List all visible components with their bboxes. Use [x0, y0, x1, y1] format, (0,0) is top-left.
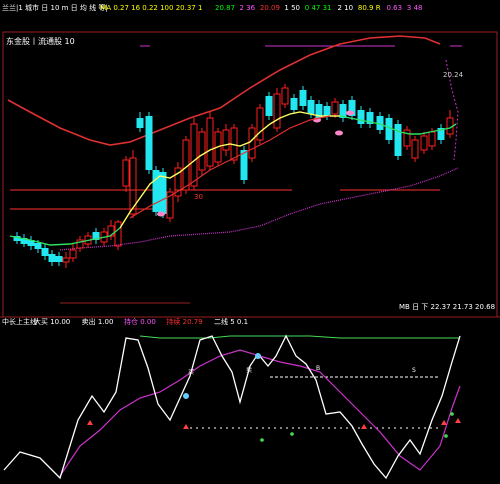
candle-body-up [331, 101, 339, 115]
main-panel-frame [2, 31, 498, 318]
candle-body-up [411, 139, 419, 159]
green-signal-dot [450, 412, 454, 416]
candle-body-up [198, 131, 206, 171]
candle-body-down [323, 106, 331, 116]
candle-body-down [394, 124, 402, 156]
bollinger-bands [7, 35, 459, 251]
indicator-label: 东金股丨流通股 10 [6, 36, 75, 46]
sub-indicator-panel[interactable]: 中长上主线大买 10.00 卖出 1.00 持仓 0.00 持续 20.79 二线 5 … [2, 317, 461, 480]
top-bar-segment: 1 50 [284, 4, 300, 12]
candle-body-up [62, 257, 70, 263]
candle-body-up [256, 107, 264, 141]
signal-label: 卖 [246, 367, 252, 374]
candle-body-up [222, 129, 230, 151]
top-bar-segment: 2 36 [240, 4, 256, 12]
top-bar-segment: MA 0.27 16 0.22 100 20.37 1 [100, 4, 202, 12]
buy-arrow [455, 418, 461, 423]
signal-label: 买 [188, 368, 194, 376]
osc-green-line [139, 335, 460, 339]
bottom-right-label: MB 日 下 22.37 21.73 20.68 [399, 303, 495, 311]
sub-title-segment: 中长上主线 [2, 317, 37, 326]
candle-body-up [428, 131, 436, 147]
candle-body-down [152, 170, 160, 212]
candle-body-down [55, 256, 63, 262]
cyan-signal-dot [255, 353, 261, 359]
top-bar-segment: 3 48 [407, 4, 423, 12]
pink-marker [157, 211, 165, 217]
candle-body-down [41, 248, 49, 256]
top-bar-segment: 2 10 [338, 4, 354, 12]
chart-canvas: 兰兰|1 城市 日 10 m 日 均 线 等|MA 0.27 16 0.22 1… [0, 3, 500, 480]
sub-title-segment: 卖出 1.00 [82, 317, 114, 326]
oscillator-lines [3, 334, 461, 480]
green-signal-dot [444, 434, 448, 438]
candle-body-down [357, 110, 365, 124]
sub-title-segment: 持续 20.79 [166, 317, 202, 326]
top-bar-segment: 0 47 31 [305, 4, 332, 12]
sub-panel-title: 中长上主线大买 10.00 卖出 1.00 持仓 0.00 持续 20.79 二线 5 … [2, 317, 248, 326]
candle-body-down [48, 254, 56, 262]
candle-body-up [122, 159, 130, 187]
sub-title-segment: 二线 5 0.1 [214, 317, 248, 326]
top-bar-segment: 80.9 R [358, 4, 381, 12]
upper-band-line [7, 35, 441, 146]
candle-body-down [145, 116, 153, 170]
marker-30: 30 [194, 193, 203, 201]
candle-body-up [281, 87, 289, 105]
candlesticks [13, 84, 454, 268]
green-signal-dot [260, 438, 264, 442]
green-signal-dot [290, 432, 294, 436]
buy-arrow [183, 424, 189, 429]
candle-body-up [190, 123, 198, 187]
top-bar-segment: 20.09 [260, 4, 280, 12]
buy-arrow [87, 420, 93, 425]
candle-body-up [206, 117, 214, 167]
top-bar-segment: 0.63 [387, 4, 403, 12]
buy-arrow [441, 420, 447, 425]
pink-marker [346, 110, 354, 116]
cyan-signal-dot [183, 393, 189, 399]
main-grid [10, 45, 462, 304]
candle-body-up [273, 93, 281, 129]
candle-body-up [69, 249, 77, 259]
candle-body-down [159, 172, 167, 214]
top-status-bar: 兰兰|1 城市 日 10 m 日 均 线 等|MA 0.27 16 0.22 1… [2, 3, 422, 12]
sub-grid [190, 376, 440, 429]
candle-body-down [265, 96, 273, 116]
sub-title-segment: 持仓 0.00 [124, 317, 156, 326]
main-price-panel[interactable]: 东金股丨流通股 10 20.24 30 MB 日 下 22.37 21.73 2… [2, 31, 498, 318]
signal-label: S [412, 367, 416, 374]
top-bar-segment: 20.87 [215, 4, 235, 12]
candle-body-down [299, 90, 307, 106]
signal-label: B [316, 365, 320, 372]
candle-body-up [114, 221, 122, 247]
price-label: 20.24 [443, 71, 464, 79]
candle-body-up [420, 135, 428, 151]
candle-body-down [136, 118, 144, 128]
candle-body-down [307, 100, 315, 114]
top-bar-segment: 兰兰|1 城市 日 10 m 日 均 线 等| [2, 3, 108, 12]
buy-arrow [361, 424, 367, 429]
pink-marker [335, 130, 343, 136]
candle-body-down [34, 243, 42, 249]
candle-body-down [290, 98, 298, 110]
candle-body-up [248, 127, 256, 159]
sub-title-segment: 大买 10.00 [34, 317, 70, 326]
